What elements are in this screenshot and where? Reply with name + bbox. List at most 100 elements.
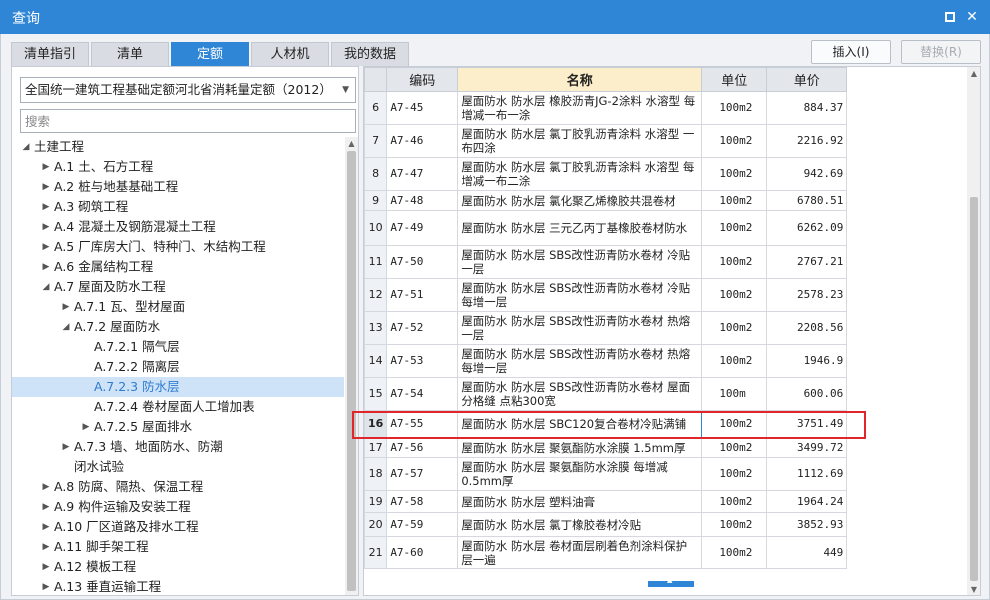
tab-labor-material-machine[interactable]: 人材机 <box>251 42 329 66</box>
tree-node[interactable]: ▶ A.11 脚手架工程 <box>12 537 344 557</box>
table-row[interactable]: 15 A7-54 屋面防水 防水层 SBS改性沥青防水卷材 屋面分格缝 点粘30… <box>364 377 848 411</box>
tree-node-label: 闭水试验 <box>74 459 125 474</box>
quota-price: 942.69 <box>766 157 848 191</box>
tree-node[interactable]: ▶ A.2 桩与地基基础工程 <box>12 177 344 197</box>
column-header-code[interactable]: 编码 <box>386 67 459 92</box>
table-row[interactable]: 17 A7-56 屋面防水 防水层 聚氨酯防水涂膜 1.5mm厚 100m2 3… <box>364 437 848 458</box>
table-row[interactable]: 11 A7-50 屋面防水 防水层 SBS改性沥青防水卷材 冷贴 一层 100m… <box>364 245 848 279</box>
expand-arrow-icon[interactable]: ▶ <box>40 237 52 257</box>
table-row[interactable]: 9 A7-48 屋面防水 防水层 氯化聚乙烯橡胶共混卷材 100m2 6780.… <box>364 190 848 211</box>
close-button[interactable]: ✕ <box>962 7 982 27</box>
tab-bill[interactable]: 清单 <box>91 42 169 66</box>
tree-node[interactable]: A.7.2.2 隔离层 <box>12 357 344 377</box>
tree-node[interactable]: 闭水试验 <box>12 457 344 477</box>
table-row[interactable]: 8 A7-47 屋面防水 防水层 氯丁胶乳沥青涂料 水溶型 每增减一布二涂 10… <box>364 157 848 191</box>
expand-arrow-icon[interactable]: ▶ <box>40 517 52 537</box>
table-row[interactable]: 6 A7-45 屋面防水 防水层 橡胶沥青JG-2涂料 水溶型 每增减一布一涂 … <box>364 91 848 125</box>
panel-collapse-tab[interactable]: ▲ <box>648 576 694 587</box>
grid-scrollbar[interactable]: ▲ ▼ <box>967 67 980 595</box>
expand-arrow-icon[interactable]: ▶ <box>40 477 52 497</box>
table-row[interactable]: 21 A7-60 屋面防水 防水层 卷材面层刷着色剂涂料保护层一遍 100m2 … <box>364 536 848 569</box>
expand-arrow-icon[interactable]: ▶ <box>60 297 72 317</box>
scroll-up-icon[interactable]: ▲ <box>967 69 980 78</box>
quota-code: A7-57 <box>386 457 459 491</box>
expand-arrow-icon[interactable]: ▶ <box>40 257 52 277</box>
expand-arrow-icon[interactable]: ▶ <box>40 577 52 595</box>
quota-name[interactable]: 屋面防水 防水层 SBC120复合卷材冷贴满铺 <box>457 410 703 438</box>
tree-node[interactable]: ▶ A.7.1 瓦、型材屋面 <box>12 297 344 317</box>
collapse-arrow-icon[interactable]: ◢ <box>20 137 32 157</box>
tree-node[interactable]: ▶ A.9 构件运输及安装工程 <box>12 497 344 517</box>
expand-arrow-icon[interactable]: ▶ <box>40 537 52 557</box>
maximize-button[interactable] <box>940 7 960 27</box>
tree-scrollbar-thumb[interactable] <box>347 151 356 591</box>
table-row[interactable]: 12 A7-51 屋面防水 防水层 SBS改性沥青防水卷材 冷贴 每增一层 10… <box>364 278 848 312</box>
column-header-price[interactable]: 单价 <box>766 67 848 92</box>
quota-unit: 100m2 <box>701 311 768 345</box>
tree-node[interactable]: ▶ A.13 垂直运输工程 <box>12 577 344 595</box>
table-row-current[interactable]: 16 A7-55 屋面防水 防水层 SBC120复合卷材冷贴满铺 100m2 3… <box>364 410 848 438</box>
row-number: 12 <box>364 278 388 312</box>
search-input[interactable] <box>20 109 356 133</box>
tab-quota[interactable]: 定额 <box>171 42 249 66</box>
expand-arrow-icon[interactable]: ▶ <box>80 417 92 437</box>
quota-table: 编码 名称 单位 单价 6 A7-45 屋面防水 防水层 橡胶沥青JG-2涂料 … <box>364 67 848 569</box>
tree-node[interactable]: ▶ A.3 砌筑工程 <box>12 197 344 217</box>
tree-node[interactable]: ▶ A.8 防腐、隔热、保温工程 <box>12 477 344 497</box>
table-row[interactable]: 14 A7-53 屋面防水 防水层 SBS改性沥青防水卷材 热熔 每增一层 10… <box>364 344 848 378</box>
insert-button[interactable]: 插入(I) <box>811 40 891 64</box>
table-row[interactable]: 13 A7-52 屋面防水 防水层 SBS改性沥青防水卷材 热熔 一层 100m… <box>364 311 848 345</box>
tree-node[interactable]: A.7.2.1 隔气层 <box>12 337 344 357</box>
expand-arrow-icon[interactable]: ▶ <box>40 157 52 177</box>
column-header-unit[interactable]: 单位 <box>701 67 768 92</box>
tree-node-label: A.7.2.4 卷材屋面人工增加表 <box>94 399 255 414</box>
table-row[interactable]: 19 A7-58 屋面防水 防水层 塑料油膏 100m2 1964.24 <box>364 490 848 513</box>
chevron-down-icon: ▼ <box>342 85 349 95</box>
tree-node[interactable]: ▶ A.1 土、石方工程 <box>12 157 344 177</box>
quota-unit: 100m2 <box>701 190 768 211</box>
tree-node[interactable]: ▶ A.4 混凝土及钢筋混凝土工程 <box>12 217 344 237</box>
table-row[interactable]: 18 A7-57 屋面防水 防水层 聚氨酯防水涂膜 每增减0.5mm厚 100m… <box>364 457 848 491</box>
tree-node[interactable]: ▶ A.10 厂区道路及排水工程 <box>12 517 344 537</box>
tree-node[interactable]: ◢ 土建工程 <box>12 137 344 157</box>
tree-node[interactable]: ▶ A.5 厂库房大门、特种门、木结构工程 <box>12 237 344 257</box>
table-row[interactable]: 20 A7-59 屋面防水 防水层 氯丁橡胶卷材冷贴 100m2 3852.93 <box>364 512 848 537</box>
column-header-name[interactable]: 名称 <box>457 67 703 92</box>
quota-unit: 100m2 <box>701 437 768 458</box>
expand-arrow-icon[interactable]: ▶ <box>40 177 52 197</box>
tree-node[interactable]: ◢ A.7.2 屋面防水 <box>12 317 344 337</box>
expand-arrow-icon[interactable]: ▶ <box>40 497 52 517</box>
quota-code: A7-53 <box>386 344 459 378</box>
expand-arrow-icon[interactable]: ▶ <box>40 197 52 217</box>
replace-button[interactable]: 替换(R) <box>901 40 981 64</box>
row-number: 9 <box>364 190 388 211</box>
collapse-arrow-icon[interactable]: ◢ <box>60 317 72 337</box>
tree-node[interactable]: ▶ A.7.2.5 屋面排水 <box>12 417 344 437</box>
grid-scrollbar-thumb[interactable] <box>970 197 978 581</box>
left-panel: 全国统一建筑工程基础定额河北省消耗量定额（2012） ▼ ◢ 土建工程 ▶ A.… <box>11 66 359 596</box>
tree-node[interactable]: ▶ A.6 金属结构工程 <box>12 257 344 277</box>
tree-scrollbar[interactable]: ▲ <box>345 137 358 595</box>
quota-name: 屋面防水 防水层 塑料油膏 <box>457 490 703 513</box>
collapse-arrow-icon[interactable]: ◢ <box>40 277 52 297</box>
quota-library-select[interactable]: 全国统一建筑工程基础定额河北省消耗量定额（2012） ▼ <box>20 77 356 103</box>
tree-node[interactable]: ◢ A.7 屋面及防水工程 <box>12 277 344 297</box>
scroll-down-icon[interactable]: ▼ <box>967 585 980 594</box>
window-title: 查询 <box>12 11 40 27</box>
expand-arrow-icon[interactable]: ▶ <box>40 557 52 577</box>
expand-arrow-icon[interactable]: ▶ <box>40 217 52 237</box>
tree-node[interactable]: A.7.2.4 卷材屋面人工增加表 <box>12 397 344 417</box>
expand-arrow-icon[interactable]: ▶ <box>60 437 72 457</box>
table-row[interactable]: 10 A7-49 屋面防水 防水层 三元乙丙丁基橡胶卷材防水 100m2 626… <box>364 210 848 246</box>
tree-node-selected[interactable]: A.7.2.3 防水层 <box>12 377 344 397</box>
tab-bill-guide[interactable]: 清单指引 <box>11 42 89 66</box>
quota-unit: 100m2 <box>701 278 768 312</box>
row-number: 18 <box>364 457 388 491</box>
scroll-up-icon[interactable]: ▲ <box>345 139 358 148</box>
tree-node[interactable]: ▶ A.12 模板工程 <box>12 557 344 577</box>
quota-unit: 100m2 <box>701 536 768 569</box>
tab-my-data[interactable]: 我的数据 <box>331 42 409 66</box>
tree-node-label: A.11 脚手架工程 <box>54 539 149 554</box>
tree-node[interactable]: ▶ A.7.3 墙、地面防水、防潮 <box>12 437 344 457</box>
table-row[interactable]: 7 A7-46 屋面防水 防水层 氯丁胶乳沥青涂料 水溶型 一布四涂 100m2… <box>364 124 848 158</box>
